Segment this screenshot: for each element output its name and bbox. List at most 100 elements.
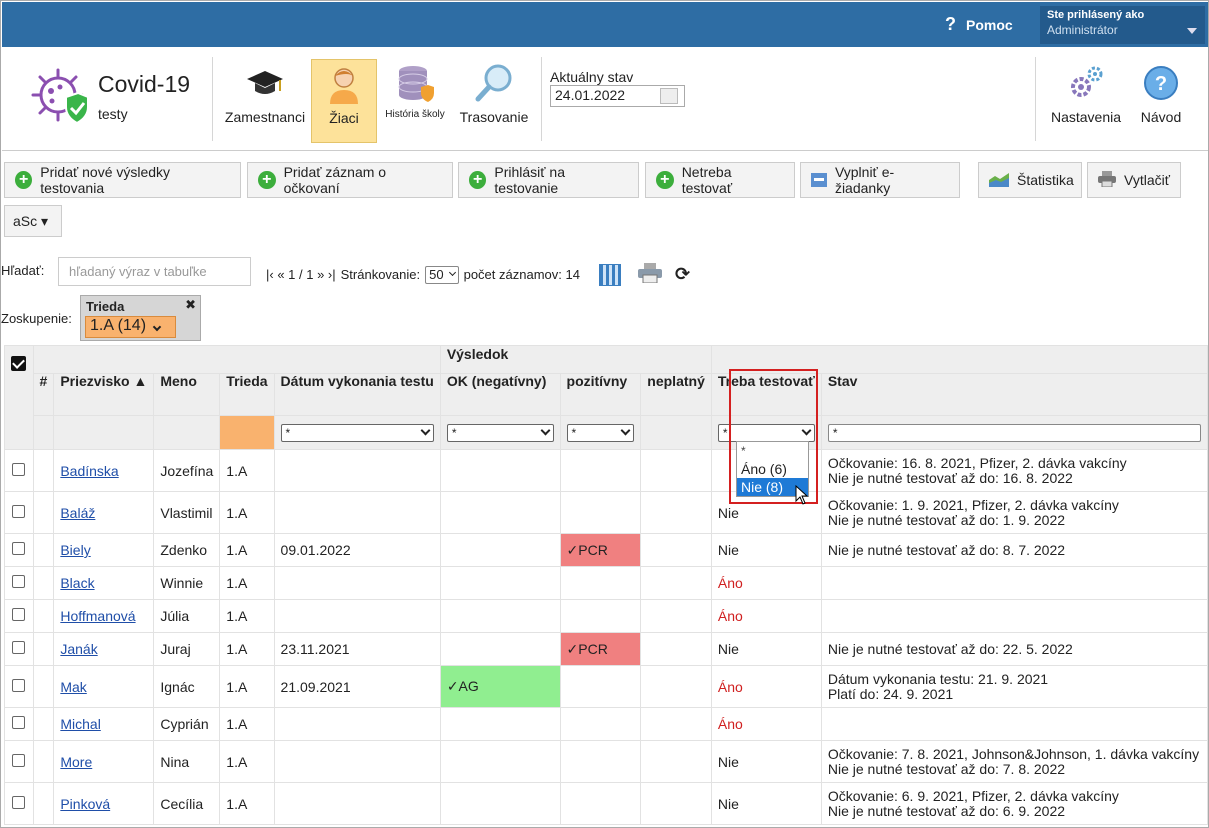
filter-select[interactable]: * bbox=[446, 423, 554, 442]
print-button[interactable]: Vytlačiť bbox=[1087, 162, 1181, 198]
surname-link[interactable]: Hoffmanová bbox=[60, 608, 135, 624]
grouping-select[interactable]: 1.A (14) bbox=[85, 316, 176, 338]
filter-input[interactable]: * bbox=[827, 423, 1201, 442]
invalid-cell bbox=[640, 707, 712, 741]
col-test-date[interactable]: Dátum vykonania testu bbox=[273, 373, 441, 416]
name-cell: Nina bbox=[153, 740, 221, 783]
ok-cell bbox=[439, 707, 561, 741]
row-checkbox[interactable] bbox=[12, 795, 26, 809]
page-size-select[interactable]: 50 bbox=[425, 265, 459, 284]
surname-link[interactable]: Michal bbox=[60, 716, 100, 732]
filter-select[interactable]: * bbox=[717, 423, 815, 442]
positive-cell: ✓PCR bbox=[559, 533, 642, 567]
col-surname[interactable]: Priezvisko ▲ bbox=[53, 373, 155, 416]
filter-test-date: * bbox=[273, 415, 441, 450]
row-num-cell bbox=[32, 665, 55, 708]
row-checkbox[interactable] bbox=[12, 678, 26, 692]
print-table-icon[interactable] bbox=[637, 263, 662, 286]
positive-cell bbox=[559, 665, 642, 708]
surname-link[interactable]: Pinková bbox=[60, 796, 110, 812]
surname-cell: Black bbox=[53, 566, 155, 600]
table-row[interactable]: Biely Zdenko 1.A 09.01.2022 ✓PCR Nie Nie je nu… bbox=[4, 533, 1208, 567]
row-checkbox[interactable] bbox=[12, 575, 26, 588]
row-checkbox[interactable] bbox=[12, 542, 26, 555]
col-invalid[interactable]: neplatný bbox=[640, 373, 712, 416]
surname-cell: Badínska bbox=[53, 449, 155, 492]
surname-link[interactable]: Badínska bbox=[60, 463, 118, 479]
surname-link[interactable]: Baláž bbox=[60, 505, 95, 521]
select-all-checkbox[interactable] bbox=[11, 356, 27, 371]
row-num-cell bbox=[32, 632, 55, 666]
page-navigation[interactable]: |‹ « 1 / 1 » ›| bbox=[266, 267, 336, 282]
no-need-test-button[interactable]: + Netreba testovať bbox=[645, 162, 795, 198]
dropdown-option[interactable]: * bbox=[737, 442, 808, 460]
dropdown-option[interactable]: Áno (6) bbox=[737, 460, 808, 478]
row-checkbox[interactable] bbox=[12, 641, 26, 654]
add-results-button[interactable]: + Pridať nové výsledky testovania bbox=[4, 162, 241, 198]
need-test-cell: Áno bbox=[710, 566, 822, 600]
row-checkbox[interactable] bbox=[12, 753, 26, 767]
table-row[interactable]: Baláž Vlastimil 1.A Nie Očkovanie: 1. 9. 202… bbox=[4, 491, 1208, 534]
register-test-button[interactable]: + Prihlásiť na testovanie bbox=[458, 162, 639, 198]
nav-students[interactable]: Žiaci bbox=[311, 59, 377, 143]
table-row[interactable]: Hoffmanová Júlia 1.A Áno bbox=[4, 599, 1208, 633]
col-positive[interactable]: pozitívny bbox=[559, 373, 642, 416]
add-vaccination-button[interactable]: + Pridať záznam o očkovaní bbox=[247, 162, 453, 198]
class-filter-active[interactable] bbox=[219, 415, 275, 450]
statistics-button[interactable]: Štatistika bbox=[978, 162, 1082, 198]
filter-select[interactable]: * bbox=[566, 423, 635, 442]
refresh-icon[interactable]: ⟳ bbox=[675, 264, 690, 285]
surname-link[interactable]: Biely bbox=[60, 542, 90, 558]
asc-menu-button[interactable]: aSc ▾ bbox=[4, 205, 62, 237]
col-need-test[interactable]: Treba testovať bbox=[710, 373, 822, 416]
row-checkbox[interactable] bbox=[12, 462, 26, 476]
surname-link[interactable]: Janák bbox=[60, 641, 97, 657]
table-row[interactable]: Mak Ignác 1.A 21.09.2021 ✓AG Áno Dátum vykonan… bbox=[4, 665, 1208, 708]
nav-school-history[interactable]: História školy bbox=[382, 59, 448, 143]
positive-cell bbox=[559, 491, 642, 534]
nav-employees[interactable]: Zamestnanci bbox=[224, 59, 306, 143]
fill-e-request-button[interactable]: Vyplniť e-žiadanky bbox=[800, 162, 960, 198]
help-link[interactable]: ? Pomoc bbox=[945, 14, 1013, 35]
date-value: 24.01.2022 bbox=[555, 87, 626, 103]
register-test-label: Prihlásiť na testovanie bbox=[494, 164, 566, 196]
user-menu[interactable]: Ste prihlásený ako Administrátor bbox=[1040, 6, 1205, 44]
row-select-cell bbox=[4, 449, 34, 492]
close-icon[interactable]: ✖ bbox=[185, 297, 196, 313]
calendar-icon[interactable] bbox=[660, 88, 678, 104]
status-line: Očkovanie: 6. 9. 2021, Pfizer, 2. dávka … bbox=[827, 787, 1119, 804]
row-checkbox[interactable] bbox=[12, 716, 26, 729]
nav-guide[interactable]: ? Návod bbox=[1134, 59, 1188, 143]
nav-tracing[interactable]: Trasovanie bbox=[456, 59, 532, 143]
col-ok[interactable]: OK (negatívny) bbox=[439, 373, 561, 416]
col-status[interactable]: Stav bbox=[820, 373, 1208, 416]
search-input[interactable]: hľadaný výraz v tabuľke bbox=[58, 257, 251, 286]
invalid-cell bbox=[640, 782, 712, 825]
col-name[interactable]: Meno bbox=[153, 373, 221, 416]
grouping-field: Trieda bbox=[86, 299, 125, 314]
surname-link[interactable]: More bbox=[60, 754, 92, 770]
col-class[interactable]: Trieda bbox=[219, 373, 275, 416]
date-input[interactable]: 24.01.2022 bbox=[550, 85, 685, 107]
row-checkbox[interactable] bbox=[12, 608, 26, 621]
table-row[interactable]: More Nina 1.A Nie Očkovanie: 7. 8. 2021, Joh… bbox=[4, 740, 1208, 783]
surname-link[interactable]: Mak bbox=[60, 679, 86, 695]
invalid-cell bbox=[640, 449, 712, 492]
row-select-cell bbox=[4, 533, 34, 567]
surname-link[interactable]: Black bbox=[60, 575, 94, 591]
table-row[interactable]: Michal Cyprián 1.A Áno bbox=[4, 707, 1208, 741]
invalid-cell bbox=[640, 665, 712, 708]
covid-virus-logo-icon bbox=[30, 65, 92, 127]
row-checkbox[interactable] bbox=[12, 504, 26, 518]
table-row[interactable]: Pinková Cecília 1.A Nie Očkovanie: 6. 9. 202… bbox=[4, 782, 1208, 825]
filter-select[interactable]: * bbox=[280, 423, 434, 442]
test-date-cell bbox=[273, 566, 441, 600]
app-window: ? Pomoc Ste prihlásený ako Administrátor bbox=[0, 0, 1209, 828]
columns-icon[interactable] bbox=[598, 263, 621, 286]
table-row[interactable]: Black Winnie 1.A Áno bbox=[4, 566, 1208, 600]
status-line: Platí do: 24. 9. 2021 bbox=[827, 685, 954, 702]
table-row[interactable]: Janák Juraj 1.A 23.11.2021 ✓PCR Nie Nie je nut… bbox=[4, 632, 1208, 666]
positive-cell bbox=[559, 782, 642, 825]
nav-settings[interactable]: Nastavenia bbox=[1048, 59, 1124, 143]
table-row[interactable]: Badínska Jozefína 1.A Očkovanie: 16. 8. 202… bbox=[4, 449, 1208, 492]
